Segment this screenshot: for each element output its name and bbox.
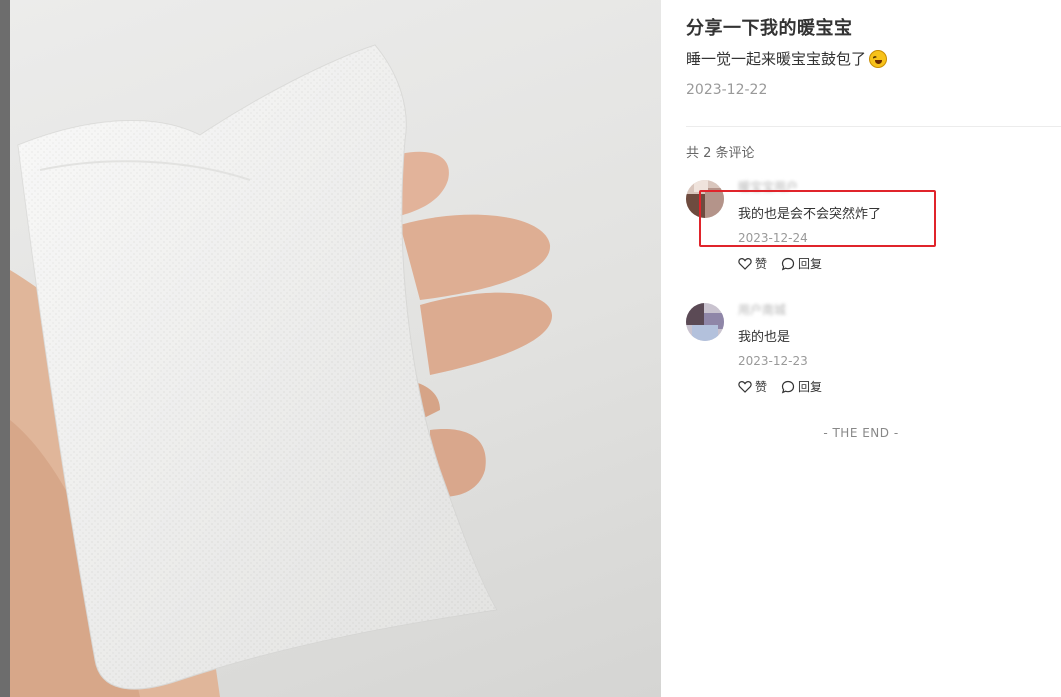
like-button[interactable]: 赞 xyxy=(738,255,767,272)
comment-count: 共 2 条评论 xyxy=(686,146,755,161)
note-date: 2023-12-22 xyxy=(686,82,768,98)
comment-actions: 赞 回复 xyxy=(738,378,822,395)
avatar[interactable] xyxy=(686,303,724,341)
finger-3 xyxy=(420,292,553,375)
comment-author[interactable]: 用户南城 xyxy=(738,301,786,318)
hand-warmer-photo xyxy=(10,44,553,697)
comment-text: 我的也是会不会突然炸了 xyxy=(738,207,882,222)
comment-item: 暖宝宝用户 我的也是会不会突然炸了 2023-12-24 赞 回复 xyxy=(686,180,1046,280)
note-title: 分享一下我的暖宝宝 xyxy=(686,18,853,39)
reply-label: 回复 xyxy=(798,380,823,394)
comment-date: 2023-12-23 xyxy=(738,354,808,368)
heart-icon xyxy=(738,381,752,393)
comment-text: 我的也是 xyxy=(738,330,791,345)
reply-button[interactable]: 回复 xyxy=(781,378,822,395)
divider xyxy=(686,126,1061,127)
finger-2 xyxy=(400,214,551,300)
note-detail-panel: 分享一下我的暖宝宝 睡一觉一起来暖宝宝鼓包了 2023-12-22 共 2 条评… xyxy=(661,0,1061,697)
like-label: 赞 xyxy=(755,257,768,271)
post-image[interactable] xyxy=(0,0,661,697)
like-button[interactable]: 赞 xyxy=(738,378,767,395)
note-description: 睡一觉一起来暖宝宝鼓包了 xyxy=(686,48,888,69)
reply-label: 回复 xyxy=(798,257,823,271)
comment-date: 2023-12-24 xyxy=(738,231,808,245)
reply-bubble-icon xyxy=(781,380,795,393)
rofl-emoji-icon xyxy=(869,49,888,68)
reply-button[interactable]: 回复 xyxy=(781,255,822,272)
reply-bubble-icon xyxy=(781,257,795,270)
comment-actions: 赞 回复 xyxy=(738,255,822,272)
comment-item: 用户南城 我的也是 2023-12-23 赞 回复 xyxy=(686,303,1046,403)
note-description-text: 睡一觉一起来暖宝宝鼓包了 xyxy=(686,50,867,68)
avatar[interactable] xyxy=(686,180,724,218)
comment-author[interactable]: 暖宝宝用户 xyxy=(738,178,798,195)
the-end-marker: - THE END - xyxy=(823,426,899,440)
like-label: 赞 xyxy=(755,380,768,394)
heart-icon xyxy=(738,258,752,270)
